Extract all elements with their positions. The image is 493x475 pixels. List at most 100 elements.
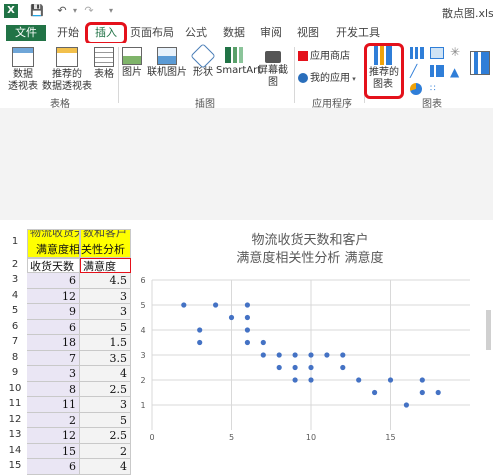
header-cell-a1[interactable]: 物流收货天 满意度相 (27, 229, 80, 258)
row-number[interactable]: 7 (6, 336, 24, 347)
row-number[interactable]: 9 (6, 367, 24, 378)
scatter-point (419, 377, 425, 383)
row-number[interactable]: 3 (6, 274, 24, 285)
header-cell-a2[interactable]: 收货天数 (27, 258, 80, 273)
scrollbar-handle[interactable] (486, 310, 491, 350)
row-number[interactable]: 10 (6, 383, 24, 394)
title-bar: X 💾 ↶ ▾ ↷ ▾ 散点图.xls (0, 0, 493, 24)
customize-qat-icon[interactable]: ▾ (104, 4, 118, 18)
screenshot-button[interactable]: 屏幕截图 (254, 47, 292, 89)
tab-data[interactable]: 数据 (220, 25, 248, 41)
scatter-point (340, 352, 346, 358)
satisfaction-cell[interactable]: 4 (80, 459, 131, 475)
app-store-button[interactable]: 应用商店 (298, 49, 360, 65)
days-cell[interactable]: 15 (27, 443, 80, 459)
online-picture-button[interactable]: 联机图片 (146, 47, 188, 79)
satisfaction-cell[interactable]: 5 (80, 319, 131, 335)
table-button[interactable]: 表格 (92, 47, 116, 81)
star-chart-icon[interactable]: ✳ (450, 45, 464, 59)
table-label: 表格 (94, 69, 114, 80)
row-number[interactable]: 1 (6, 236, 24, 247)
undo-dropdown-icon[interactable]: ▾ (68, 4, 82, 18)
online-picture-icon (157, 47, 177, 65)
satisfaction-cell[interactable]: 3 (80, 288, 131, 304)
satisfaction-cell[interactable]: 4.5 (80, 273, 131, 289)
scatter-point (276, 364, 282, 371)
shapes-label: 形状 (193, 67, 213, 78)
scatter-point (260, 352, 266, 358)
shapes-button[interactable]: 形状 (190, 43, 216, 79)
tab-view[interactable]: 视图 (294, 25, 322, 41)
satisfaction-cell[interactable]: 3.5 (80, 350, 131, 366)
tab-page-layout[interactable]: 页面布局 (130, 25, 174, 41)
x-tick-label: 10 (306, 433, 316, 442)
recommended-pivot-button[interactable]: 推荐的 数据透视表 (42, 47, 92, 93)
row-number[interactable]: 13 (6, 429, 24, 440)
satisfaction-cell[interactable]: 1.5 (80, 335, 131, 351)
days-cell[interactable]: 3 (27, 366, 80, 382)
days-cell[interactable]: 6 (27, 273, 80, 289)
row-number[interactable]: 5 (6, 305, 24, 316)
row-number[interactable]: 2 (6, 259, 24, 270)
redo-icon[interactable]: ↷ (82, 4, 96, 18)
satisfaction-cell[interactable]: 2.5 (80, 381, 131, 397)
row-number[interactable]: 6 (6, 321, 24, 332)
tab-home[interactable]: 开始 (52, 25, 84, 41)
pivot-chart-icon[interactable] (470, 51, 490, 75)
days-cell[interactable]: 9 (27, 304, 80, 320)
days-cell[interactable]: 18 (27, 335, 80, 351)
days-cell[interactable]: 12 (27, 428, 80, 444)
days-cell[interactable]: 7 (27, 350, 80, 366)
hierarchy-chart-icon[interactable] (430, 47, 444, 59)
satisfaction-cell[interactable]: 3 (80, 304, 131, 320)
save-icon[interactable]: 💾 (30, 4, 44, 18)
days-cell[interactable]: 8 (27, 381, 80, 397)
y-tick-label: 3 (140, 351, 145, 360)
blank-area (0, 108, 493, 220)
more-charts-icon[interactable]: ▲ (450, 65, 464, 79)
row-number[interactable]: 12 (6, 414, 24, 425)
my-apps-button[interactable]: 我的应用 ▾ (298, 71, 360, 87)
scatter-chart[interactable]: 物流收货天数和客户 满意度相关性分析 满意度 1 2 3 4 5 6 0 5 10 15 (134, 228, 486, 443)
satisfaction-cell[interactable]: 3 (80, 397, 131, 413)
scatter-point (244, 302, 250, 308)
satisfaction-cell[interactable]: 4 (80, 366, 131, 382)
row-number[interactable]: 14 (6, 445, 24, 456)
smartart-button[interactable]: SmartArt (216, 47, 261, 77)
satisfaction-cell[interactable]: 2 (80, 443, 131, 459)
header-a1-line1: 物流收货天 (30, 229, 80, 239)
days-cell[interactable]: 2 (27, 412, 80, 428)
x-tick-label: 0 (149, 433, 154, 442)
tab-developer[interactable]: 开发工具 (332, 25, 384, 41)
pivot-table-button[interactable]: 数据 透视表 (4, 47, 42, 93)
tab-file[interactable]: 文件 (6, 25, 46, 41)
scatter-point (260, 339, 266, 346)
row-number[interactable]: 15 (6, 460, 24, 471)
column-chart-icon[interactable] (410, 47, 424, 59)
row-number[interactable]: 11 (6, 398, 24, 409)
table-icon (94, 47, 114, 67)
scatter-chart-icon[interactable]: ∷ (430, 83, 444, 95)
row-number[interactable]: 8 (6, 352, 24, 363)
days-cell[interactable]: 12 (27, 288, 80, 304)
picture-button[interactable]: 图片 (120, 47, 144, 79)
y-tick-label: 5 (140, 301, 145, 310)
undo-icon[interactable]: ↶ (55, 4, 69, 18)
x-tick-label: 5 (229, 433, 234, 442)
pie-chart-icon[interactable] (410, 83, 422, 95)
dropdown-arrow-icon: ▾ (350, 75, 356, 83)
row-number[interactable]: 4 (6, 290, 24, 301)
line-chart-icon[interactable]: ╱ (410, 65, 424, 77)
days-cell[interactable]: 6 (27, 459, 80, 475)
satisfaction-cell[interactable]: 5 (80, 412, 131, 428)
tab-formulas[interactable]: 公式 (182, 25, 210, 41)
scatter-point (435, 389, 441, 396)
satisfaction-cell[interactable]: 2.5 (80, 428, 131, 444)
days-cell[interactable]: 11 (27, 397, 80, 413)
header-cell-b1[interactable]: 数和客户 关性分析 (80, 229, 131, 258)
statistic-chart-icon[interactable] (430, 65, 444, 77)
days-cell[interactable]: 6 (27, 319, 80, 335)
header-cell-b2[interactable]: 满意度 (80, 258, 131, 273)
scatter-point (308, 377, 314, 383)
tab-review[interactable]: 审阅 (257, 25, 285, 41)
